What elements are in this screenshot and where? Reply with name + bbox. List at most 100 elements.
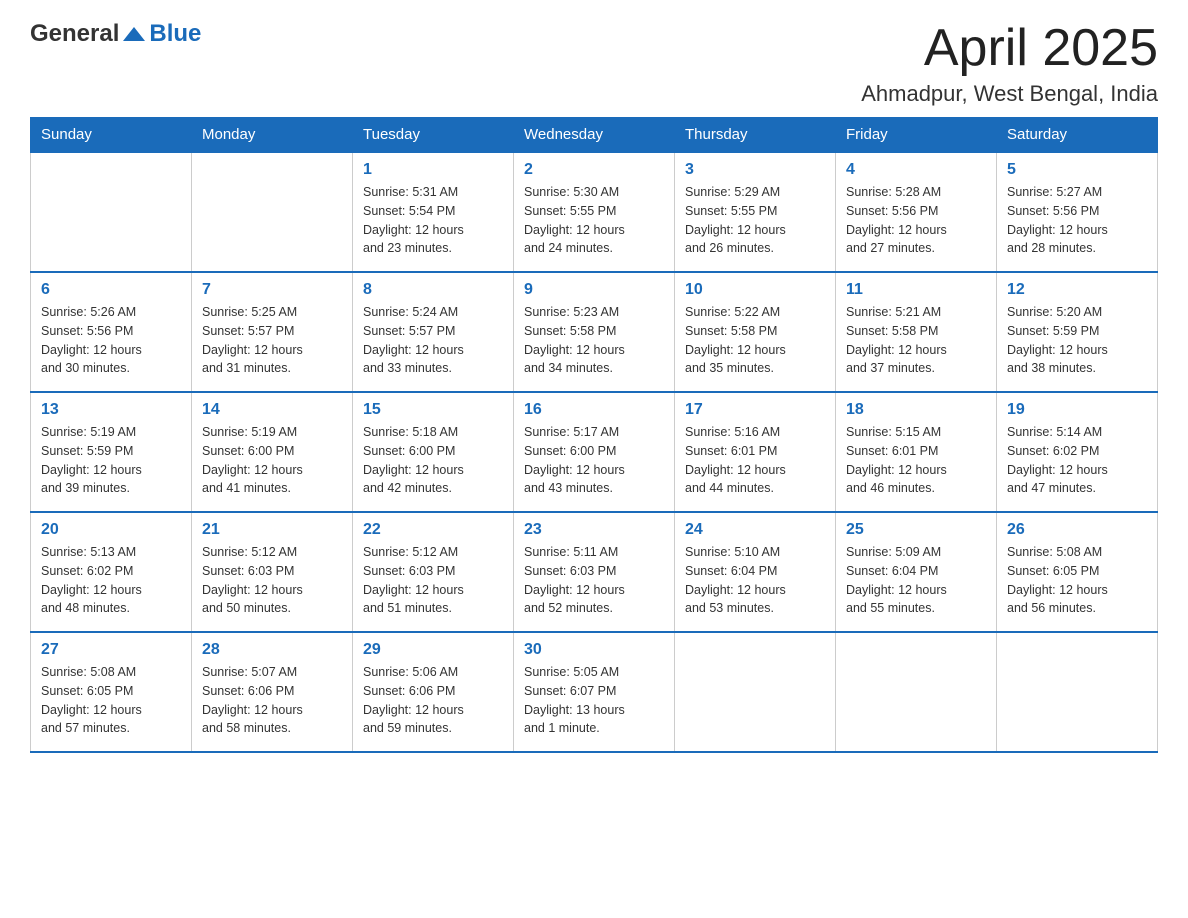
day-info: Sunrise: 5:23 AM Sunset: 5:58 PM Dayligh… (524, 303, 664, 378)
calendar-day-cell: 27Sunrise: 5:08 AM Sunset: 6:05 PM Dayli… (31, 632, 192, 752)
calendar-day-cell: 20 Sunrise: 5:13 AM Sunset: 6:02 PM Dayli… (31, 512, 192, 632)
day-number: 13 (41, 401, 181, 419)
calendar-day-cell: 11 Sunrise: 5:21 AM Sunset: 5:58 PM Dayli… (836, 272, 997, 392)
day-info: Sunrise: 5:19 AM Sunset: 6:00 PM Dayligh… (202, 423, 342, 498)
day-number: 23 (524, 521, 664, 539)
day-number: 24 (685, 521, 825, 539)
day-number: 22 (363, 521, 503, 539)
calendar-day-cell: 12Sunrise: 5:20 AM Sunset: 5:59 PM Dayli… (997, 272, 1158, 392)
day-info: Sunrise: 5:12 AM Sunset: 6:03 PM Dayligh… (202, 543, 342, 618)
calendar-day-cell: 16 Sunrise: 5:17 AM Sunset: 6:00 PM Dayli… (514, 392, 675, 512)
location-title: Ahmadpur, West Bengal, India (861, 81, 1158, 107)
calendar-day-cell: 15 Sunrise: 5:18 AM Sunset: 6:00 PM Dayli… (353, 392, 514, 512)
day-number: 28 (202, 641, 342, 659)
day-number: 17 (685, 401, 825, 419)
day-info: Sunrise: 5:11 AM Sunset: 6:03 PM Dayligh… (524, 543, 664, 618)
calendar-day-cell: 24Sunrise: 5:10 AM Sunset: 6:04 PM Dayli… (675, 512, 836, 632)
empty-cell (675, 632, 836, 752)
calendar-day-cell: 29Sunrise: 5:06 AM Sunset: 6:06 PM Dayli… (353, 632, 514, 752)
logo-triangle-icon (123, 23, 145, 45)
day-info: Sunrise: 5:17 AM Sunset: 6:00 PM Dayligh… (524, 423, 664, 498)
calendar-day-cell: 3 Sunrise: 5:29 AM Sunset: 5:55 PM Daylig… (675, 152, 836, 272)
weekday-header-friday: Friday (836, 118, 997, 153)
day-number: 2 (524, 161, 664, 179)
logo-general: General (30, 20, 119, 48)
calendar-day-cell: 5Sunrise: 5:27 AM Sunset: 5:56 PM Daylig… (997, 152, 1158, 272)
empty-cell (192, 152, 353, 272)
day-info: Sunrise: 5:25 AM Sunset: 5:57 PM Dayligh… (202, 303, 342, 378)
calendar-day-cell: 25 Sunrise: 5:09 AM Sunset: 6:04 PM Dayli… (836, 512, 997, 632)
day-info: Sunrise: 5:05 AM Sunset: 6:07 PM Dayligh… (524, 663, 664, 738)
empty-cell (836, 632, 997, 752)
calendar-table: SundayMondayTuesdayWednesdayThursdayFrid… (30, 117, 1158, 753)
day-info: Sunrise: 5:20 AM Sunset: 5:59 PM Dayligh… (1007, 303, 1147, 378)
calendar-week-row: 6 Sunrise: 5:26 AM Sunset: 5:56 PM Daylig… (31, 272, 1158, 392)
day-number: 10 (685, 281, 825, 299)
calendar-day-cell: 13 Sunrise: 5:19 AM Sunset: 5:59 PM Dayli… (31, 392, 192, 512)
day-info: Sunrise: 5:07 AM Sunset: 6:06 PM Dayligh… (202, 663, 342, 738)
logo: General Blue (30, 20, 201, 48)
weekday-header-thursday: Thursday (675, 118, 836, 153)
day-number: 25 (846, 521, 986, 539)
day-number: 30 (524, 641, 664, 659)
month-title: April 2025 (861, 20, 1158, 77)
logo-blue: Blue (149, 20, 201, 48)
weekday-header-wednesday: Wednesday (514, 118, 675, 153)
calendar-day-cell: 4 Sunrise: 5:28 AM Sunset: 5:56 PM Daylig… (836, 152, 997, 272)
empty-cell (997, 632, 1158, 752)
calendar-week-row: 1Sunrise: 5:31 AM Sunset: 5:54 PM Daylig… (31, 152, 1158, 272)
day-number: 27 (41, 641, 181, 659)
calendar-day-cell: 17Sunrise: 5:16 AM Sunset: 6:01 PM Dayli… (675, 392, 836, 512)
calendar-day-cell: 21Sunrise: 5:12 AM Sunset: 6:03 PM Dayli… (192, 512, 353, 632)
day-info: Sunrise: 5:15 AM Sunset: 6:01 PM Dayligh… (846, 423, 986, 498)
calendar-day-cell: 8Sunrise: 5:24 AM Sunset: 5:57 PM Daylig… (353, 272, 514, 392)
day-number: 8 (363, 281, 503, 299)
day-info: Sunrise: 5:29 AM Sunset: 5:55 PM Dayligh… (685, 183, 825, 258)
calendar-day-cell: 2 Sunrise: 5:30 AM Sunset: 5:55 PM Daylig… (514, 152, 675, 272)
day-number: 14 (202, 401, 342, 419)
calendar-day-cell: 26Sunrise: 5:08 AM Sunset: 6:05 PM Dayli… (997, 512, 1158, 632)
day-number: 6 (41, 281, 181, 299)
weekday-header-sunday: Sunday (31, 118, 192, 153)
day-number: 19 (1007, 401, 1147, 419)
weekday-header-monday: Monday (192, 118, 353, 153)
weekday-header-saturday: Saturday (997, 118, 1158, 153)
calendar-day-cell: 9Sunrise: 5:23 AM Sunset: 5:58 PM Daylig… (514, 272, 675, 392)
page-header: General Blue April 2025 Ahmadpur, West B… (30, 20, 1158, 107)
day-info: Sunrise: 5:27 AM Sunset: 5:56 PM Dayligh… (1007, 183, 1147, 258)
day-number: 3 (685, 161, 825, 179)
day-info: Sunrise: 5:18 AM Sunset: 6:00 PM Dayligh… (363, 423, 503, 498)
day-number: 20 (41, 521, 181, 539)
day-info: Sunrise: 5:09 AM Sunset: 6:04 PM Dayligh… (846, 543, 986, 618)
day-number: 18 (846, 401, 986, 419)
day-info: Sunrise: 5:13 AM Sunset: 6:02 PM Dayligh… (41, 543, 181, 618)
calendar-day-cell: 6 Sunrise: 5:26 AM Sunset: 5:56 PM Daylig… (31, 272, 192, 392)
calendar-day-cell: 28 Sunrise: 5:07 AM Sunset: 6:06 PM Dayli… (192, 632, 353, 752)
weekday-header-row: SundayMondayTuesdayWednesdayThursdayFrid… (31, 118, 1158, 153)
day-number: 4 (846, 161, 986, 179)
day-info: Sunrise: 5:12 AM Sunset: 6:03 PM Dayligh… (363, 543, 503, 618)
calendar-day-cell: 18 Sunrise: 5:15 AM Sunset: 6:01 PM Dayli… (836, 392, 997, 512)
day-number: 7 (202, 281, 342, 299)
day-number: 1 (363, 161, 503, 179)
day-number: 16 (524, 401, 664, 419)
day-info: Sunrise: 5:21 AM Sunset: 5:58 PM Dayligh… (846, 303, 986, 378)
calendar-week-row: 13 Sunrise: 5:19 AM Sunset: 5:59 PM Dayli… (31, 392, 1158, 512)
title-section: April 2025 Ahmadpur, West Bengal, India (861, 20, 1158, 107)
day-info: Sunrise: 5:14 AM Sunset: 6:02 PM Dayligh… (1007, 423, 1147, 498)
day-info: Sunrise: 5:26 AM Sunset: 5:56 PM Dayligh… (41, 303, 181, 378)
calendar-day-cell: 30 Sunrise: 5:05 AM Sunset: 6:07 PM Dayli… (514, 632, 675, 752)
day-number: 11 (846, 281, 986, 299)
day-info: Sunrise: 5:22 AM Sunset: 5:58 PM Dayligh… (685, 303, 825, 378)
day-info: Sunrise: 5:28 AM Sunset: 5:56 PM Dayligh… (846, 183, 986, 258)
empty-cell (31, 152, 192, 272)
day-number: 26 (1007, 521, 1147, 539)
day-info: Sunrise: 5:19 AM Sunset: 5:59 PM Dayligh… (41, 423, 181, 498)
calendar-day-cell: 1Sunrise: 5:31 AM Sunset: 5:54 PM Daylig… (353, 152, 514, 272)
day-info: Sunrise: 5:30 AM Sunset: 5:55 PM Dayligh… (524, 183, 664, 258)
calendar-day-cell: 14 Sunrise: 5:19 AM Sunset: 6:00 PM Dayli… (192, 392, 353, 512)
calendar-day-cell: 23 Sunrise: 5:11 AM Sunset: 6:03 PM Dayli… (514, 512, 675, 632)
calendar-day-cell: 7 Sunrise: 5:25 AM Sunset: 5:57 PM Daylig… (192, 272, 353, 392)
day-number: 15 (363, 401, 503, 419)
day-info: Sunrise: 5:06 AM Sunset: 6:06 PM Dayligh… (363, 663, 503, 738)
